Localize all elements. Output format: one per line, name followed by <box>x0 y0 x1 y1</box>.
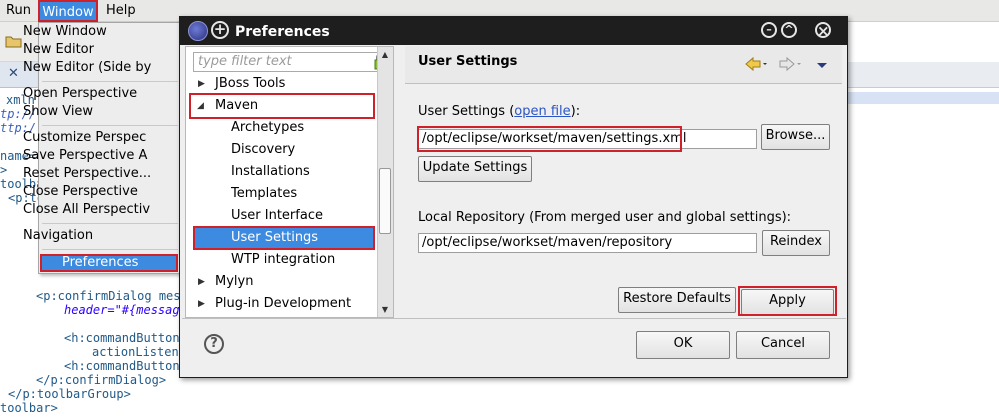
eclipse-icon <box>188 21 208 41</box>
apply-highlight-box <box>738 286 837 316</box>
local-repository-field[interactable]: /opt/eclipse/workset/maven/repository <box>418 233 757 253</box>
reindex-button[interactable]: Reindex <box>762 230 830 256</box>
code-line: </p:toolbarGroup> <box>8 387 131 401</box>
menu-item-navigation[interactable]: Navigation <box>23 227 93 245</box>
help-icon[interactable]: ? <box>204 334 224 354</box>
tree-item-wtp-integration[interactable]: WTP integration <box>231 250 335 270</box>
dialog-divider <box>182 318 846 319</box>
local-repository-label: Local Repository (From merged user and g… <box>418 210 792 225</box>
tree-item-user-interface[interactable]: User Interface <box>231 206 323 226</box>
expand-arrow-icon[interactable]: ▶ <box>198 79 205 89</box>
tree-item-templates[interactable]: Templates <box>231 184 297 204</box>
code-line: <p:confirmDialog mess <box>36 289 188 303</box>
collapse-arrow-icon[interactable]: ◢ <box>197 101 204 111</box>
restore-defaults-button[interactable]: Restore Defaults <box>618 287 736 313</box>
menu-item-close-all-perspectives[interactable]: Close All Perspectiv <box>23 201 150 219</box>
back-arrow-icon[interactable] <box>745 56 767 72</box>
menu-separator <box>42 81 178 82</box>
code-line: </p:confirmDialog> <box>36 373 167 387</box>
tree-item-archetypes[interactable]: Archetypes <box>231 118 304 138</box>
menu-separator <box>42 125 178 126</box>
menu-item-new-editor-side[interactable]: New Editor (Side by <box>23 59 151 77</box>
code-line: <h:commandButton <box>64 331 180 345</box>
expand-arrow-icon[interactable]: ▶ <box>198 277 205 287</box>
menu-item-preferences[interactable]: Preferences <box>40 254 178 272</box>
menu-item-new-window[interactable]: New Window <box>23 23 107 41</box>
minimize-icon[interactable]: – <box>761 22 777 38</box>
open-folder-icon[interactable] <box>5 34 23 48</box>
settings-highlight-box <box>417 126 682 152</box>
filter-input[interactable]: type filter text <box>193 52 393 72</box>
menu-item-customize-perspective[interactable]: Customize Perspec <box>23 129 146 147</box>
open-file-link[interactable]: open file <box>514 104 570 119</box>
update-settings-button[interactable]: Update Settings <box>418 156 532 182</box>
tree-item-maven[interactable]: Maven <box>215 96 258 116</box>
pin-plus-icon[interactable]: + <box>211 21 229 39</box>
browse-button[interactable]: Browse... <box>761 124 830 150</box>
ok-button[interactable]: OK <box>636 331 730 359</box>
dialog-title: Preferences <box>235 24 330 40</box>
menu-window[interactable]: Window <box>38 0 98 22</box>
menu-item-close-perspective[interactable]: Close Perspective <box>23 183 138 201</box>
editor-right-strip <box>846 62 999 88</box>
tree-item-plugin-development[interactable]: Plug-in Development <box>215 294 351 314</box>
menu-help[interactable]: Help <box>102 2 140 20</box>
code-line: > <box>0 163 8 177</box>
tree-item-mylyn[interactable]: Mylyn <box>215 272 253 292</box>
code-line: <h:commandButton <box>64 359 180 373</box>
user-settings-label: User Settings (open file): <box>418 104 581 119</box>
scroll-down-icon[interactable]: ▼ <box>379 304 391 316</box>
cancel-button[interactable]: Cancel <box>736 331 830 359</box>
code-line: header="#{message <box>64 303 187 317</box>
tree-item-jboss-tools[interactable]: JBoss Tools <box>215 74 285 94</box>
menu-item-open-perspective[interactable]: Open Perspective <box>23 85 137 103</box>
menu-item-reset-perspective[interactable]: Reset Perspective... <box>23 165 151 183</box>
menu-separator <box>42 223 178 224</box>
menu-separator <box>42 249 178 250</box>
code-line: actionListene <box>92 345 186 359</box>
forward-arrow-icon[interactable] <box>779 56 801 72</box>
expand-arrow-icon[interactable]: ▶ <box>198 299 205 309</box>
editor-tab-icon[interactable]: ✕ <box>8 66 22 82</box>
page-title: User Settings <box>418 54 518 69</box>
view-menu-icon[interactable] <box>816 59 828 69</box>
tree-item-installations[interactable]: Installations <box>231 162 310 182</box>
menu-run[interactable]: Run <box>2 2 35 20</box>
editor-line-highlight <box>846 92 999 104</box>
tree-item-user-settings[interactable]: User Settings <box>231 228 318 248</box>
menu-item-save-perspective[interactable]: Save Perspective A <box>23 147 147 165</box>
scroll-up-icon[interactable]: ▲ <box>379 49 391 61</box>
menu-item-show-view[interactable]: Show View <box>23 103 93 121</box>
maximize-icon[interactable]: ^ <box>781 22 797 38</box>
tree-item-discovery[interactable]: Discovery <box>231 140 295 160</box>
code-line: toolbar> <box>0 401 58 415</box>
close-icon[interactable]: × <box>815 22 831 39</box>
scrollbar-thumb[interactable] <box>379 168 391 234</box>
menu-item-new-editor[interactable]: New Editor <box>23 41 94 59</box>
